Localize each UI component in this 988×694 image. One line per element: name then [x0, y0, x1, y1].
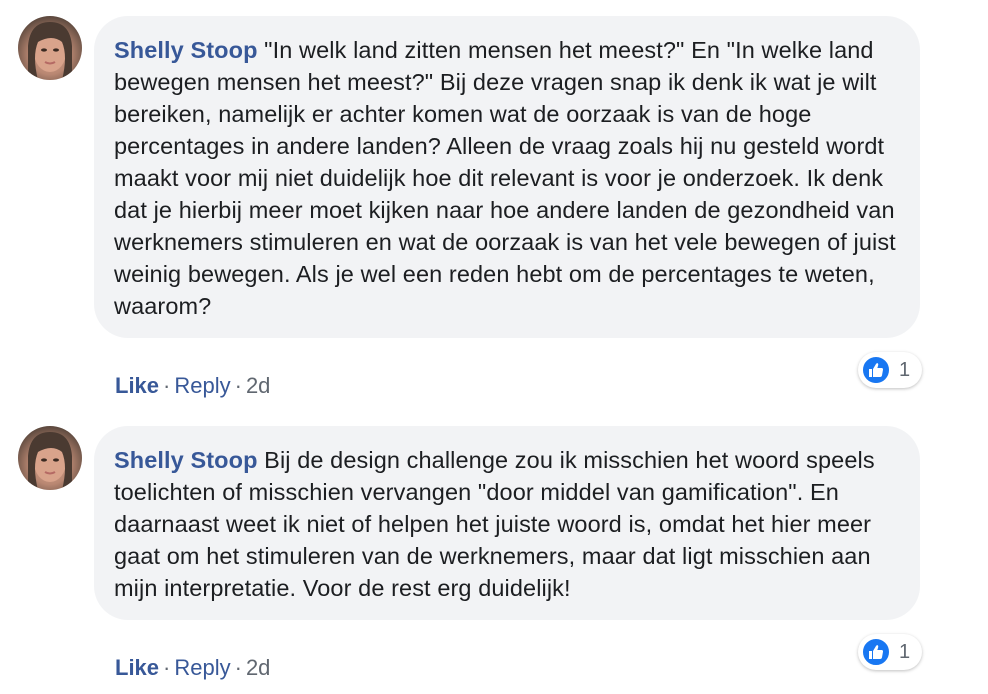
profile-photo [28, 22, 72, 80]
reply-button[interactable]: Reply [174, 655, 230, 680]
reaction-count: 1 [899, 358, 911, 381]
comment-timestamp[interactable]: 2d [246, 373, 270, 398]
like-button[interactable]: Like [115, 373, 159, 398]
reaction-summary[interactable]: 1 [858, 634, 922, 670]
separator-dot: · [163, 655, 171, 680]
comment-actions: Like · Reply · 2d [115, 372, 270, 400]
separator-dot: · [234, 655, 242, 680]
comment-author[interactable]: Shelly Stoop [114, 447, 258, 473]
separator-dot: · [234, 373, 242, 398]
separator-dot: · [163, 373, 171, 398]
reaction-summary[interactable]: 1 [858, 352, 922, 388]
comment-timestamp[interactable]: 2d [246, 655, 270, 680]
avatar[interactable] [18, 16, 82, 80]
like-button[interactable]: Like [115, 655, 159, 680]
avatar[interactable] [18, 426, 82, 490]
comment-actions: Like · Reply · 2d [115, 654, 270, 682]
thumbs-up-icon [861, 355, 891, 385]
comment-text: "In welk land zitten mensen het meest?" … [114, 37, 896, 319]
thumbs-up-icon [861, 637, 891, 667]
profile-photo [28, 432, 72, 490]
reply-button[interactable]: Reply [174, 373, 230, 398]
comment-author[interactable]: Shelly Stoop [114, 37, 258, 63]
reaction-count: 1 [899, 640, 911, 663]
comment-bubble: Shelly Stoop Bij de design challenge zou… [94, 426, 920, 620]
comment-bubble: Shelly Stoop "In welk land zitten mensen… [94, 16, 920, 338]
